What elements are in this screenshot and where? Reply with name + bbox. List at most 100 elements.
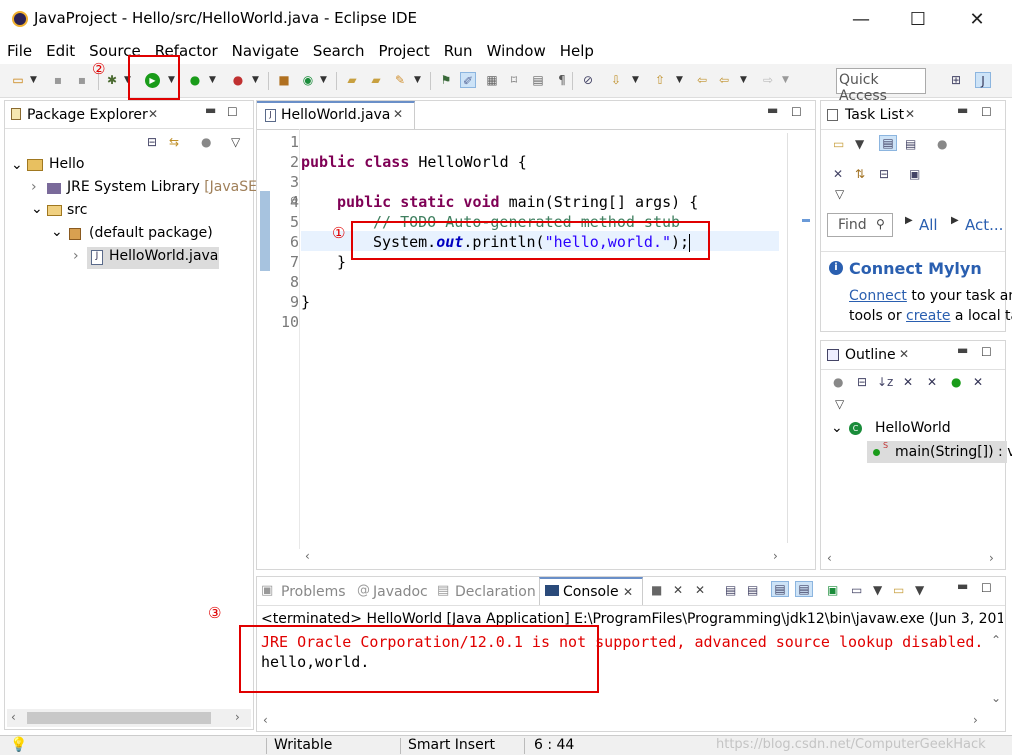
task-find-input[interactable]: Find ⚲ xyxy=(827,213,893,237)
menu-project[interactable]: Project xyxy=(371,42,436,60)
word-wrap-icon[interactable]: ⌑ xyxy=(506,72,522,88)
quick-access-input[interactable]: Quick Access xyxy=(836,68,926,104)
tree-item-jre[interactable]: JRE System Library [JavaSE- xyxy=(67,179,262,195)
view-menu-icon[interactable]: ▽ xyxy=(231,135,240,149)
forward-icon[interactable]: ⇨ xyxy=(760,72,776,88)
next-annotation-dropdown-icon[interactable]: ▼ xyxy=(632,72,642,88)
maximize-button[interactable]: ☐ xyxy=(895,0,941,38)
hide-local-types-icon[interactable]: ✕ xyxy=(973,375,983,389)
pin-console-icon[interactable]: ▣ xyxy=(827,583,838,597)
new-task-dropdown-icon[interactable]: ▼ xyxy=(855,137,864,151)
expand-file-icon[interactable]: › xyxy=(73,248,79,264)
tree-item-helloworld[interactable]: HelloWorld.java xyxy=(109,248,218,264)
show-whitespace-icon[interactable]: ¶ xyxy=(554,72,570,88)
show-on-output-icon[interactable]: ▤ xyxy=(795,581,813,597)
close-task-list-icon[interactable]: ✕ xyxy=(905,107,915,121)
outline-collapse-icon[interactable]: ⊟ xyxy=(857,375,867,389)
open-console-icon[interactable]: ▭ xyxy=(893,583,904,597)
new-java-package-icon[interactable]: ■ xyxy=(276,72,292,88)
new-icon[interactable]: ▭ xyxy=(10,72,26,88)
maximize-editor-icon[interactable]: ☐ xyxy=(791,105,802,119)
terminate-icon[interactable]: ■ xyxy=(651,583,662,597)
code-line-9[interactable]: } xyxy=(301,293,310,311)
menu-run[interactable]: Run xyxy=(437,42,480,60)
close-editor-icon[interactable]: ✕ xyxy=(393,107,403,121)
scroll-left-icon[interactable]: ‹ xyxy=(11,710,16,724)
sort-icon[interactable]: ↓z xyxy=(877,375,893,389)
fold-icon[interactable]: ⊖ xyxy=(290,195,298,206)
toggle-mark-icon[interactable]: ⚑ xyxy=(438,72,454,88)
block-selection-icon[interactable]: ▦ xyxy=(484,72,500,88)
editor-scroll-right-icon[interactable]: › xyxy=(773,549,778,563)
connect-link[interactable]: Connect xyxy=(849,288,907,304)
open-console-dropdown-icon[interactable]: ▼ xyxy=(915,583,924,597)
minimize-console-icon[interactable]: ▬ xyxy=(957,579,968,593)
outline-scroll-right-icon[interactable]: › xyxy=(989,551,994,565)
collapse-tasks-icon[interactable]: ⊟ xyxy=(879,167,889,181)
new-task-icon[interactable]: ▭ xyxy=(833,137,844,151)
tree-item-default-package[interactable]: (default package) xyxy=(89,225,213,241)
console-scroll-right-icon[interactable]: › xyxy=(973,713,978,727)
prev-annotation-dropdown-icon[interactable]: ▼ xyxy=(676,72,686,88)
remove-all-icon[interactable]: ✕ xyxy=(695,583,705,597)
hide-static-icon[interactable]: ✕ xyxy=(927,375,937,389)
open-perspective-icon[interactable]: ⊞ xyxy=(948,72,964,88)
expand-project-icon[interactable]: ⌄ xyxy=(11,157,23,173)
prev-annotation-icon[interactable]: ⇧ xyxy=(652,72,668,88)
skip-breakpoints-icon[interactable]: ⊘ xyxy=(580,72,596,88)
hide-fields-icon[interactable]: ✕ xyxy=(903,375,913,389)
activate-task-link[interactable]: Act... xyxy=(965,216,1003,234)
scroll-lock-icon[interactable]: ▤ xyxy=(747,583,758,597)
hide-nonpublic-icon[interactable]: ● xyxy=(951,375,961,389)
menu-search[interactable]: Search xyxy=(306,42,372,60)
menu-file[interactable]: File xyxy=(0,42,39,60)
task-focus-icon[interactable]: ● xyxy=(937,137,947,151)
scroll-right-icon[interactable]: › xyxy=(235,710,240,724)
tab-declaration[interactable]: Declaration xyxy=(455,584,536,600)
back-dropdown-icon[interactable]: ▼ xyxy=(740,72,750,88)
debug-icon[interactable]: ✱ xyxy=(104,72,120,88)
outline-scroll-left-icon[interactable]: ‹ xyxy=(827,551,832,565)
expand-class-icon[interactable]: ⌄ xyxy=(831,420,843,436)
maximize-console-icon[interactable]: ☐ xyxy=(981,581,992,595)
categorized-icon[interactable]: ▤ xyxy=(879,135,897,151)
collapse-all-icon[interactable]: ⊟ xyxy=(147,135,157,149)
sync-icon[interactable]: ⇅ xyxy=(855,167,865,181)
code-line-2[interactable]: public class HelloWorld { xyxy=(301,153,527,171)
search-dropdown-icon[interactable]: ▼ xyxy=(414,72,424,88)
maximize-view-icon[interactable]: ☐ xyxy=(227,105,238,119)
minimize-button[interactable]: — xyxy=(838,0,884,38)
task-repos-icon[interactable]: ▣ xyxy=(909,167,920,181)
overview-ruler-mark[interactable] xyxy=(802,219,810,222)
outline-view-menu-icon[interactable]: ▽ xyxy=(835,397,844,411)
new-class-dropdown-icon[interactable]: ▼ xyxy=(320,72,330,88)
menu-window[interactable]: Window xyxy=(480,42,553,60)
tab-problems[interactable]: Problems xyxy=(281,584,346,600)
menu-navigate[interactable]: Navigate xyxy=(225,42,306,60)
hide-completed-icon[interactable]: ✕ xyxy=(833,167,843,181)
clear-console-icon[interactable]: ▤ xyxy=(725,583,736,597)
minimize-editor-icon[interactable]: ▬ xyxy=(767,103,778,117)
external-tools-icon[interactable]: ● xyxy=(230,72,246,88)
console-scroll-down-icon[interactable]: ⌄ xyxy=(991,691,1001,705)
new-dropdown-icon[interactable]: ▼ xyxy=(30,72,40,88)
editor-tab-helloworld[interactable]: HelloWorld.java xyxy=(281,107,390,123)
task-view-menu-icon[interactable]: ▽ xyxy=(835,187,844,201)
console-scroll-up-icon[interactable]: ⌃ xyxy=(991,633,1001,647)
code-line-7[interactable]: } xyxy=(337,253,346,271)
display-console-icon[interactable]: ▭ xyxy=(851,583,862,597)
save-all-icon[interactable]: ▪ xyxy=(74,72,90,88)
maximize-task-list-icon[interactable]: ☐ xyxy=(981,105,992,119)
tree-item-project[interactable]: Hello xyxy=(49,156,85,172)
tab-console[interactable]: Console xyxy=(563,584,619,600)
focus-icon[interactable]: ● xyxy=(201,135,211,149)
search-tool-icon[interactable]: ✎ xyxy=(392,72,408,88)
outline-focus-icon[interactable]: ● xyxy=(833,375,843,389)
expand-src-icon[interactable]: ⌄ xyxy=(31,201,43,217)
forward-dropdown-icon[interactable]: ▼ xyxy=(782,72,792,88)
scheduled-icon[interactable]: ▤ xyxy=(905,137,916,151)
all-tasks-link[interactable]: All xyxy=(919,216,938,234)
editor-scroll-left-icon[interactable]: ‹ xyxy=(305,549,310,563)
close-view-icon[interactable]: ✕ xyxy=(148,107,158,121)
task-list-title[interactable]: Task List xyxy=(845,107,904,123)
